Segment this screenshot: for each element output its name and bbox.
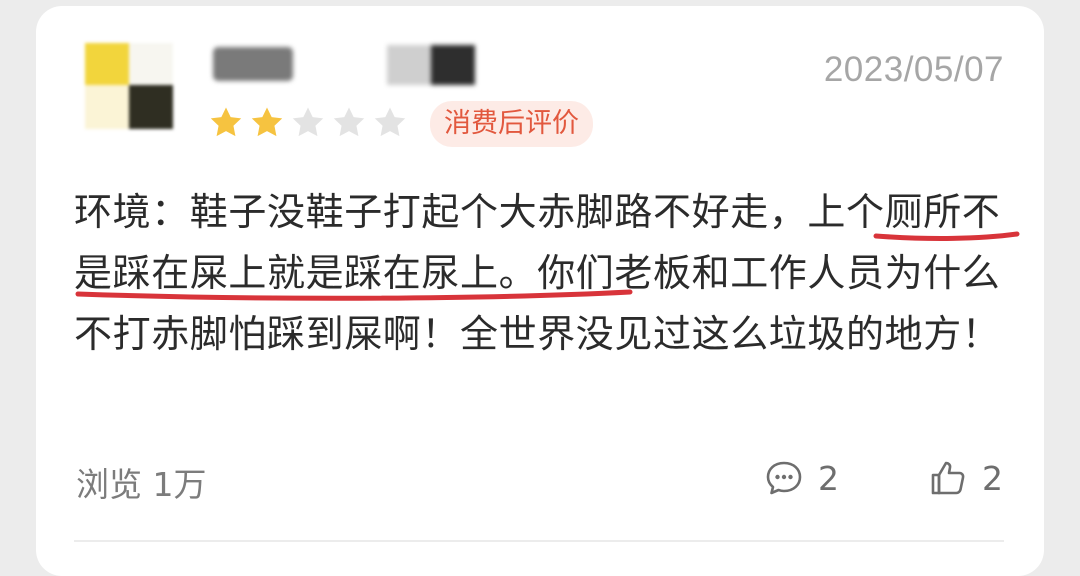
comment-button[interactable]: 2 bbox=[764, 458, 839, 498]
star-empty-icon bbox=[288, 103, 328, 143]
review-date: 2023/05/07 bbox=[823, 50, 1004, 89]
view-count: 浏览 1万 bbox=[76, 465, 207, 504]
avatar[interactable] bbox=[85, 43, 173, 129]
like-button[interactable]: 2 bbox=[928, 458, 1003, 498]
star-empty-icon bbox=[329, 103, 369, 143]
review-text-before: 环境：鞋子没鞋子打起个大赤脚路不好走， bbox=[74, 190, 808, 234]
comment-count: 2 bbox=[818, 458, 839, 498]
post-consumption-badge: 消费后评价 bbox=[430, 101, 593, 147]
divider bbox=[74, 540, 1004, 542]
comment-bubble-icon bbox=[766, 461, 802, 495]
username-blurred[interactable] bbox=[213, 45, 475, 85]
like-count: 2 bbox=[982, 458, 1003, 498]
star-filled-icon bbox=[206, 103, 246, 143]
thumbs-up-icon bbox=[931, 461, 965, 495]
review-text[interactable]: 环境：鞋子没鞋子打起个大赤脚路不好走，上个厕所不是踩在屎上就是踩在尿上。你们老板… bbox=[74, 182, 1014, 365]
star-empty-icon bbox=[370, 103, 410, 143]
star-filled-icon bbox=[247, 103, 287, 143]
star-rating bbox=[206, 103, 411, 143]
